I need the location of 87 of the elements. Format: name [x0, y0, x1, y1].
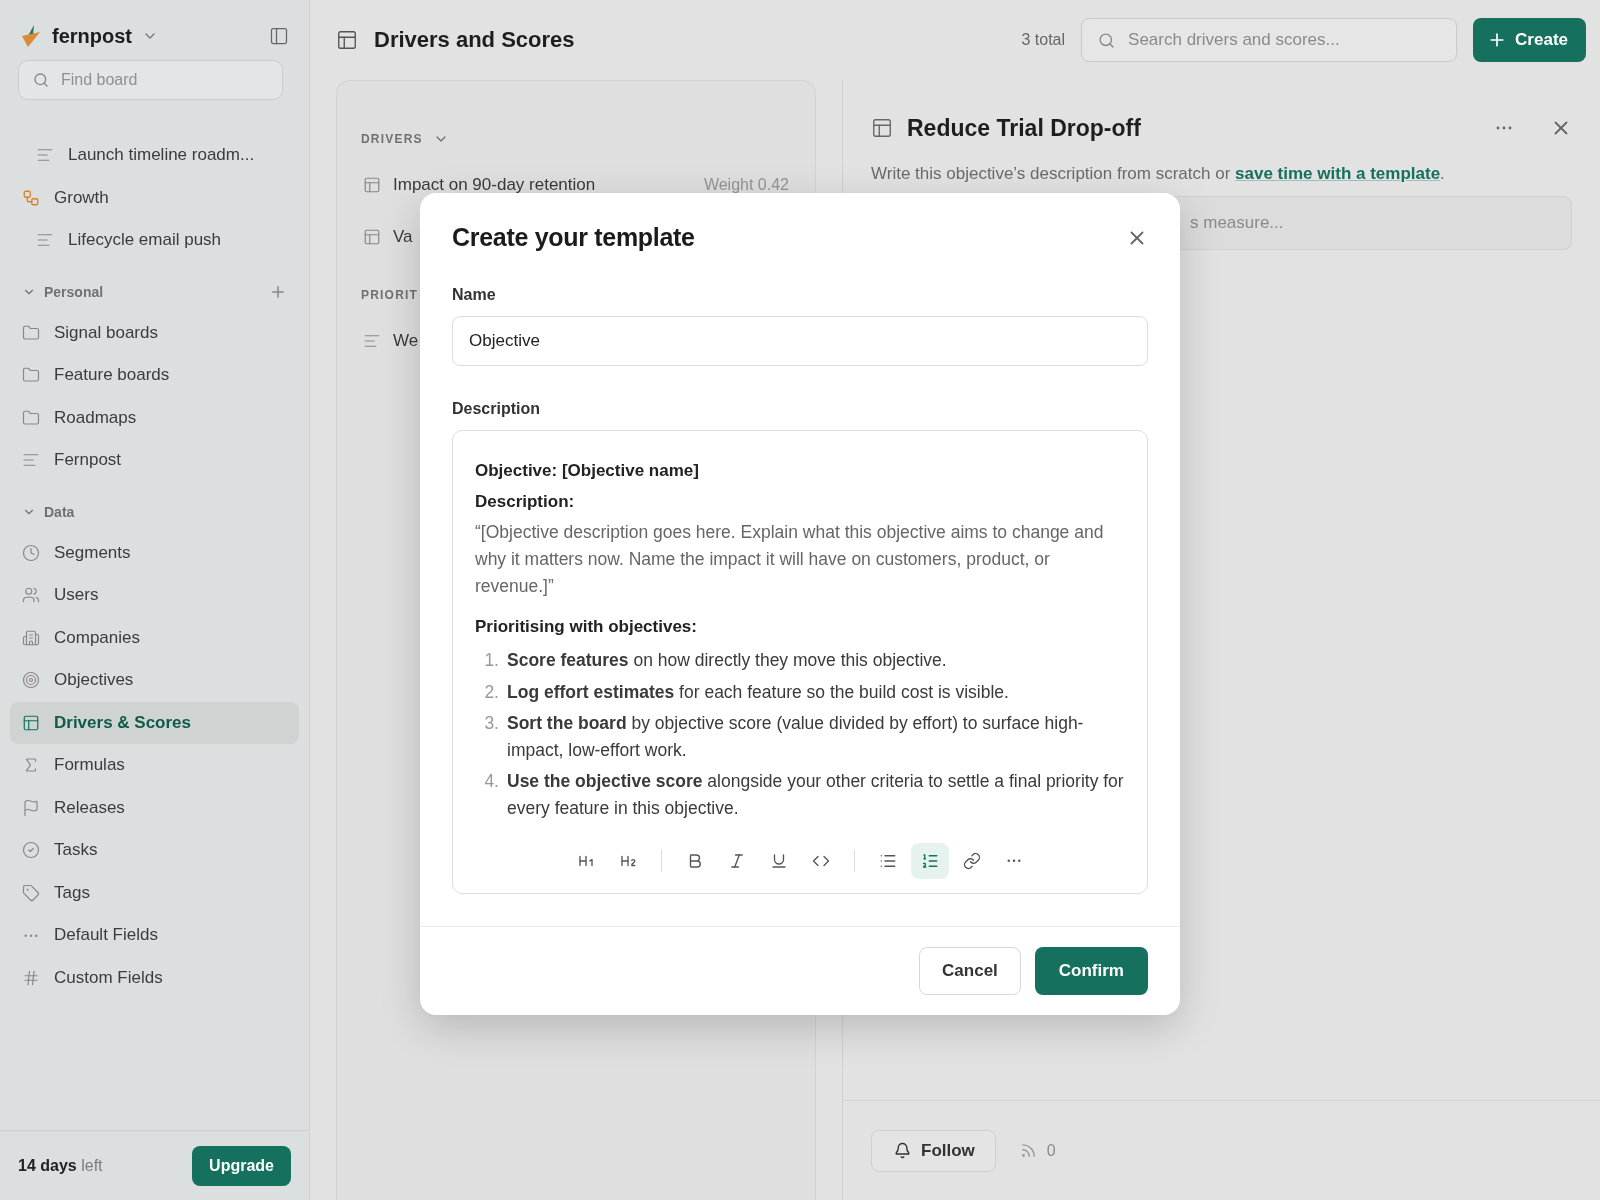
numbered-list-button[interactable] [911, 843, 949, 879]
upgrade-button[interactable]: Upgrade [192, 1145, 291, 1186]
link-icon [963, 852, 981, 870]
list-number: 3. [483, 712, 499, 735]
sidebar-toggle-icon[interactable] [269, 26, 289, 46]
sidebar-item[interactable]: Drivers & Scores [10, 701, 299, 744]
sidebar-item[interactable]: Growth [10, 176, 299, 219]
editor-text: Objective: [Objective name] [475, 460, 700, 482]
clock-icon [22, 543, 40, 562]
group-title: PRIORIT [361, 288, 419, 302]
list-item-text: Score features on how directly they move this objective. [507, 649, 947, 672]
dialog-title: Create your template [452, 223, 695, 252]
sidebar-item[interactable]: Custom Fields [10, 956, 299, 999]
list-item-text: Use the objective score alongside your other criteria to settle a final priority for every feature in this objective. [507, 770, 1125, 820]
numbered-list-icon [921, 852, 939, 870]
sidebar-item[interactable]: Releases [10, 786, 299, 829]
target-icon [22, 671, 40, 690]
table-icon [871, 117, 893, 139]
editor-paragraph: “[Objective description goes here. Explain what this objective aims to change and why it matters now. Name the impact it will have on customers, product, or revenue.]” [475, 521, 1105, 598]
sidebar-item[interactable]: Signal boards [10, 311, 299, 354]
list-number: 2. [483, 680, 499, 704]
flow-icon [22, 188, 40, 207]
list-number: 1. [483, 649, 499, 672]
check-circle-icon [22, 841, 40, 860]
editor-text: Description: [475, 491, 576, 513]
list-icon [363, 332, 381, 350]
search-field[interactable]: Find board [18, 60, 283, 100]
objective-title: Reduce Trial Drop-off [907, 114, 1142, 142]
sidebar-item[interactable]: Roadmaps [10, 396, 299, 439]
sidebar-item[interactable]: Feature boards [10, 354, 299, 397]
follower-count: 0 [1046, 1141, 1056, 1160]
driver-name[interactable]: Impact on 90-day retention [393, 175, 692, 195]
table-icon [363, 228, 381, 246]
logo-icon [20, 25, 42, 47]
more-icon[interactable] [1496, 126, 1512, 130]
sidebar-item[interactable]: Launch timeline roadm... [10, 134, 299, 177]
sidebar-item[interactable]: Objectives [10, 659, 299, 702]
table-icon [22, 713, 40, 732]
bullet-list-icon [879, 852, 897, 870]
folder-icon [22, 366, 40, 385]
sidebar-item[interactable]: Default Fields [10, 914, 299, 957]
dots-icon [24, 933, 38, 937]
search-field[interactable]: Search drivers and scores... [1081, 18, 1458, 62]
section-title[interactable]: Personal [44, 283, 261, 300]
description-hint: Write this objective’s description from scratch or save time with a template. [871, 164, 1446, 184]
sidebar-item[interactable]: Segments [10, 531, 299, 574]
create-button[interactable]: Create [1473, 18, 1586, 62]
users-icon [22, 586, 40, 605]
more-icon [1007, 859, 1021, 863]
driver-weight: Weight 0.42 [703, 176, 789, 194]
cancel-button[interactable]: Cancel [919, 947, 1021, 995]
sidebar-item[interactable]: Fernpost [10, 439, 299, 482]
tag-icon [22, 883, 40, 902]
sidebar-item[interactable]: Tasks [10, 829, 299, 872]
folder-icon [22, 408, 40, 427]
trial-days-left: 14 days left [18, 1156, 103, 1175]
section-title[interactable]: Data [44, 503, 287, 520]
italic-icon [728, 852, 746, 870]
page-title: Drivers and Scores [374, 27, 576, 53]
name-label: Name [452, 286, 497, 304]
editor-heading: Prioritising with objectives: [475, 616, 698, 638]
hash-icon [22, 968, 40, 987]
description-label: Description [452, 400, 541, 418]
name-field[interactable]: Objective [452, 316, 1148, 366]
follow-button[interactable]: Follow [871, 1129, 996, 1172]
underline-icon [770, 852, 788, 870]
sidebar-item[interactable]: Tags [10, 871, 299, 914]
template-link[interactable]: save time with a template [1235, 164, 1441, 183]
feed-icon [1019, 1142, 1037, 1159]
table-icon [363, 176, 381, 194]
group-title: DRIVERS [361, 132, 423, 146]
list-item-text: Log effort estimates for each feature so the build cost is visible. [507, 680, 1009, 704]
list-number: 4. [483, 770, 499, 793]
confirm-button[interactable]: Confirm [1034, 947, 1148, 995]
flag-icon [22, 798, 40, 817]
sidebar-item[interactable]: Lifecycle email push [10, 219, 299, 262]
list-item-text: Sort the board by objective score (value divided by effort) to surface high-impact, low-effort work. [507, 712, 1085, 762]
sidebar-item[interactable]: Companies [10, 616, 299, 659]
building-icon [22, 628, 40, 647]
sidebar-item[interactable]: Formulas [10, 744, 299, 787]
workspace-name[interactable]: fernpost [52, 24, 132, 48]
description-editor[interactable] [452, 430, 1148, 894]
bell-icon [894, 1142, 911, 1159]
table-icon [336, 29, 358, 51]
sidebar-item[interactable]: Users [10, 574, 299, 617]
folder-icon [22, 323, 40, 342]
total-count: 3 total [1021, 31, 1066, 49]
